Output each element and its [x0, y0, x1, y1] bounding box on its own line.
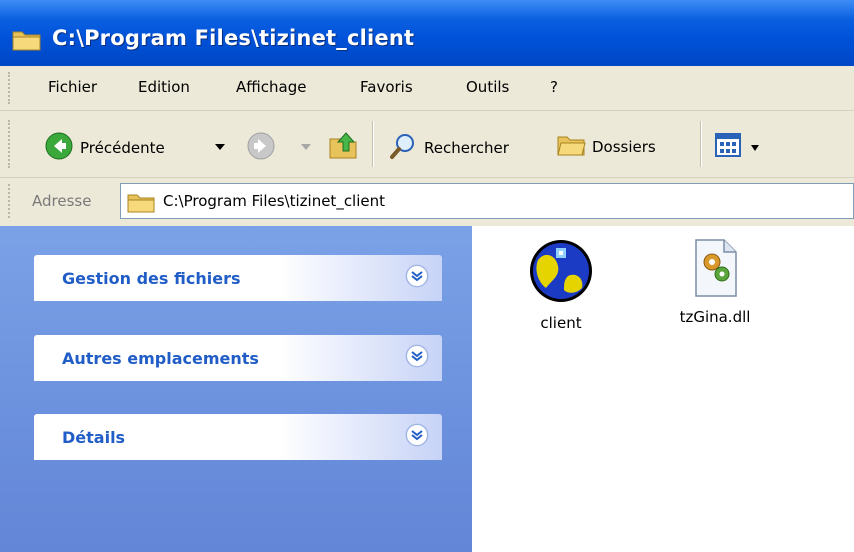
chevron-down-icon[interactable]	[406, 345, 428, 367]
forward-button[interactable]	[246, 131, 276, 165]
folders-icon	[556, 131, 586, 163]
panel-title: Gestion des fichiers	[62, 269, 241, 288]
file-name: client	[540, 314, 582, 332]
file-item-client[interactable]: client	[512, 238, 610, 332]
file-name: tzGina.dll	[679, 308, 751, 326]
folder-icon	[12, 27, 42, 55]
menu-bar	[0, 66, 854, 111]
chevron-down-icon[interactable]	[406, 424, 428, 446]
address-value: C:\Program Files\tizinet_client	[163, 192, 386, 210]
views-button[interactable]	[714, 131, 760, 163]
globe-app-icon	[528, 240, 594, 308]
panel-autres-emplacements[interactable]: Autres emplacements	[34, 335, 442, 381]
address-label: Adresse	[32, 192, 92, 210]
address-input[interactable]: C:\Program Files\tizinet_client	[120, 183, 854, 219]
menu-favoris[interactable]: Favoris	[360, 78, 413, 96]
title-bar[interactable]: C:\Program Files\tizinet_client	[0, 0, 854, 66]
back-button[interactable]: Précédente	[44, 131, 165, 165]
search-label: Rechercher	[424, 139, 509, 157]
file-item-tzgina[interactable]: tzGina.dll	[660, 238, 770, 326]
views-icon	[714, 131, 744, 163]
panel-title: Détails	[62, 428, 126, 447]
toolbar-separator	[372, 121, 374, 167]
menu-fichier[interactable]: Fichier	[48, 78, 97, 96]
folders-button[interactable]: Dossiers	[556, 131, 656, 163]
back-arrow-icon	[44, 131, 74, 165]
toolbar-separator	[700, 121, 702, 167]
dll-file-icon	[690, 239, 740, 302]
menu-outils[interactable]: Outils	[466, 78, 509, 96]
back-label: Précédente	[80, 139, 165, 157]
address-grip[interactable]	[8, 184, 13, 218]
toolbar-grip[interactable]	[8, 120, 13, 168]
panel-title: Autres emplacements	[62, 349, 259, 368]
search-button[interactable]: Rechercher	[388, 131, 509, 165]
menu-grip[interactable]	[8, 72, 13, 104]
panel-details[interactable]: Détails	[34, 414, 442, 460]
forward-dropdown-icon[interactable]	[300, 138, 312, 156]
menu-help[interactable]: ?	[550, 78, 558, 96]
folder-icon	[127, 191, 155, 217]
back-dropdown-icon[interactable]	[214, 138, 226, 156]
chevron-down-icon[interactable]	[406, 265, 428, 287]
search-icon	[388, 131, 418, 165]
views-dropdown-icon	[750, 138, 760, 156]
menu-edition[interactable]: Edition	[138, 78, 190, 96]
up-folder-button[interactable]	[328, 129, 360, 165]
menu-affichage[interactable]: Affichage	[236, 78, 306, 96]
window-title: C:\Program Files\tizinet_client	[52, 26, 415, 50]
folders-label: Dossiers	[592, 138, 656, 156]
panel-gestion-fichiers[interactable]: Gestion des fichiers	[34, 255, 442, 301]
